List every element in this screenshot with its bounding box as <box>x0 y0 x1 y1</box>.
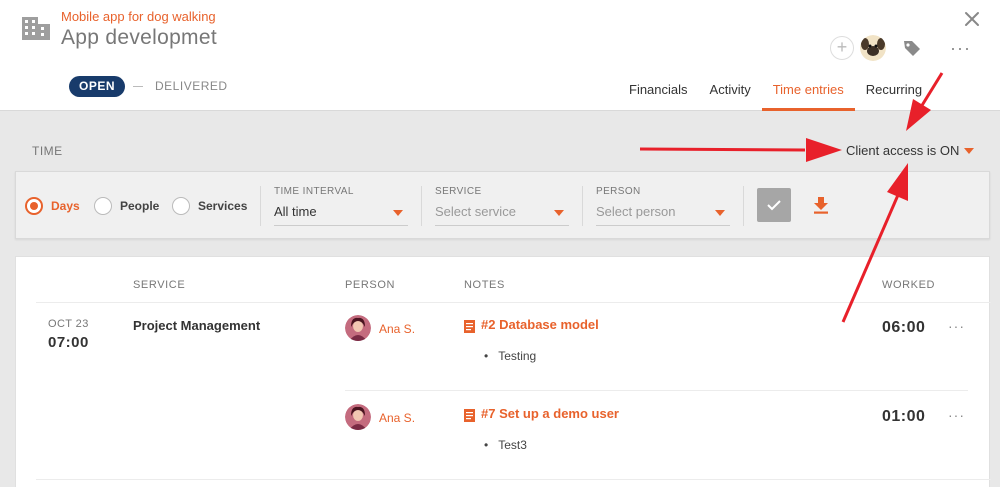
avatar-dog-icon[interactable] <box>860 35 886 61</box>
time-interval-label: TIME INTERVAL <box>274 186 354 197</box>
column-header-notes: NOTES <box>464 279 505 291</box>
entry-date-time: 07:00 <box>48 334 89 351</box>
row-more-icon[interactable]: ··· <box>948 318 965 334</box>
radio-days[interactable]: Days <box>25 197 80 215</box>
project-subtitle: Mobile app for dog walking <box>61 9 216 24</box>
chevron-down-icon <box>393 210 403 216</box>
status-open-badge[interactable]: OPEN <box>69 75 126 97</box>
service-select[interactable]: Select service <box>435 202 569 226</box>
time-section-label: TIME <box>32 144 63 158</box>
status-delivered[interactable]: DELIVERED <box>155 79 228 93</box>
service-field: SERVICE Select service <box>435 186 569 226</box>
avatar <box>345 404 371 430</box>
service-label: SERVICE <box>435 186 482 197</box>
time-interval-value: All time <box>274 204 317 219</box>
filter-bar: Days People Services TIME INTERVAL All t… <box>15 171 990 239</box>
filter-divider <box>421 186 422 226</box>
radio-circle <box>172 197 190 215</box>
building-icon <box>22 17 50 40</box>
header-actions: + ··· <box>830 35 971 61</box>
project-title: App developmet <box>61 26 217 49</box>
person-field: PERSON Select person <box>596 186 730 226</box>
add-member-button[interactable]: + <box>830 36 854 60</box>
checkmark-icon <box>767 200 781 211</box>
person-placeholder: Select person <box>596 204 676 219</box>
filter-divider <box>743 186 744 226</box>
document-icon <box>464 320 475 333</box>
radio-people[interactable]: People <box>94 197 159 215</box>
project-header: Mobile app for dog walking App developme… <box>0 0 1000 111</box>
chevron-down-icon <box>554 210 564 216</box>
note-bullet: Testing <box>484 349 536 363</box>
row-more-icon[interactable]: ··· <box>948 407 965 423</box>
column-header-person: PERSON <box>345 279 396 291</box>
person-select[interactable]: Select person <box>596 202 730 226</box>
time-interval-select[interactable]: All time <box>274 202 408 226</box>
chevron-down-icon <box>715 210 725 216</box>
arrow-to-client-access <box>639 138 842 162</box>
tab-activity[interactable]: Activity <box>699 72 762 111</box>
service-placeholder: Select service <box>435 204 516 219</box>
person-name[interactable]: Ana S. <box>379 411 415 425</box>
more-options-icon[interactable]: ··· <box>950 38 971 59</box>
person-name[interactable]: Ana S. <box>379 322 415 336</box>
radio-label: Days <box>51 199 80 213</box>
note-task-link[interactable]: #2 Database model <box>481 317 599 332</box>
status-divider <box>133 85 144 87</box>
download-icon[interactable] <box>813 196 829 214</box>
column-header-worked: WORKED <box>882 279 936 291</box>
note-bullet: Test3 <box>484 438 527 452</box>
close-icon[interactable] <box>962 9 982 29</box>
radio-label: People <box>120 199 160 213</box>
note-task-link[interactable]: #7 Set up a demo user <box>481 406 619 421</box>
radio-circle <box>25 197 43 215</box>
document-icon <box>464 409 475 422</box>
radio-services[interactable]: Services <box>172 197 247 215</box>
header-divider <box>36 302 991 303</box>
worked-duration: 06:00 <box>882 319 926 336</box>
row-divider <box>345 390 968 391</box>
entry-date-month: OCT 23 <box>48 318 89 330</box>
client-access-toggle[interactable]: Client access is ON <box>846 143 959 158</box>
radio-label: Services <box>198 199 248 213</box>
row-divider <box>36 479 991 480</box>
radio-circle <box>94 197 112 215</box>
tag-icon[interactable] <box>902 38 922 58</box>
avatar <box>345 315 371 341</box>
person-label: PERSON <box>596 186 641 197</box>
filter-divider <box>260 186 261 226</box>
tab-recurring[interactable]: Recurring <box>855 72 933 111</box>
filter-divider <box>582 186 583 226</box>
tab-financials[interactable]: Financials <box>618 72 699 111</box>
time-entries-table: SERVICE PERSON NOTES WORKED OCT 23 07:00… <box>15 256 991 487</box>
status-stepper: OPEN DELIVERED <box>69 75 228 97</box>
worked-duration: 01:00 <box>882 408 926 425</box>
time-interval-field: TIME INTERVAL All time <box>274 186 408 226</box>
project-tabs: Financials Activity Time entries Recurri… <box>618 72 933 111</box>
tab-time-entries[interactable]: Time entries <box>761 72 855 111</box>
client-access-caret-icon[interactable] <box>964 148 974 154</box>
apply-filter-button[interactable] <box>757 188 791 222</box>
column-header-service: SERVICE <box>133 279 186 291</box>
entry-service: Project Management <box>133 318 261 333</box>
